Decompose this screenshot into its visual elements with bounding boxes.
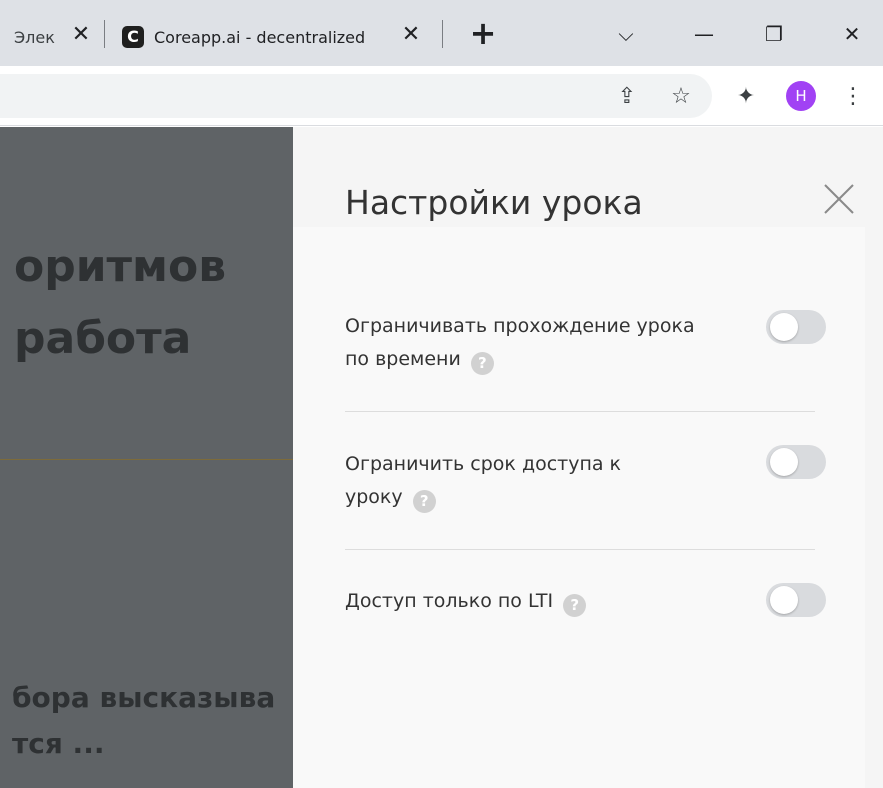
browser-toolbar: ⇪ ☆ ✦ H ⋮ — [0, 66, 883, 126]
tab-title: Элек — [14, 27, 55, 47]
setting-access-period: Ограничить срок доступа к уроку ? — [345, 445, 826, 514]
setting-lti-only: Доступ только по LTI ? — [345, 583, 826, 618]
browser-tab-active[interactable]: C Coreapp.ai - decentralized ✕ — [110, 8, 440, 66]
browser-tabstrip: Элек ✕ C Coreapp.ai - decentralized ✕ + … — [0, 0, 883, 66]
page-content: оритмов работа бора высказыва тся ... На… — [0, 127, 883, 788]
address-bar[interactable] — [0, 74, 712, 118]
tab-separator — [104, 20, 105, 48]
tab-close-icon[interactable]: ✕ — [400, 24, 422, 46]
time-limit-toggle[interactable] — [766, 310, 826, 344]
coreapp-favicon-icon: C — [122, 26, 144, 48]
background-heading-line: оритмов — [14, 241, 227, 292]
help-icon[interactable]: ? — [412, 490, 436, 513]
panel-title: Настройки урока — [345, 183, 643, 222]
profile-avatar[interactable]: H — [786, 81, 816, 111]
lesson-settings-panel: Настройки урока Ограничивать прохождение… — [293, 127, 883, 788]
background-text-line: бора высказыва — [12, 681, 276, 714]
setting-label: Доступ только по LTI — [345, 590, 554, 612]
access-period-toggle[interactable] — [766, 445, 826, 479]
background-heading-line: работа — [14, 313, 192, 364]
background-text-line: тся ... — [12, 727, 105, 760]
window-close-button[interactable]: ✕ — [838, 20, 866, 48]
modal-backdrop[interactable]: оритмов работа бора высказыва тся ... — [0, 127, 293, 788]
setting-label: Ограничить срок доступа к уроку — [345, 453, 622, 508]
browser-menu-icon[interactable]: ⋮ — [838, 81, 868, 111]
tab-search-icon[interactable]: ⌵ — [612, 20, 640, 48]
setting-time-limit: Ограничивать прохождение урока по времен… — [345, 310, 826, 376]
browser-tab-inactive[interactable]: Элек ✕ — [0, 8, 104, 66]
help-icon[interactable]: ? — [470, 352, 494, 375]
lti-only-toggle[interactable] — [766, 583, 826, 617]
bookmark-star-icon[interactable]: ☆ — [666, 81, 696, 111]
settings-divider — [345, 411, 815, 412]
tab-separator — [442, 20, 443, 48]
new-tab-button[interactable]: + — [468, 17, 498, 49]
tab-title: Coreapp.ai - decentralized — [154, 27, 366, 47]
toggle-knob — [770, 313, 798, 341]
minimize-button[interactable]: — — [690, 20, 718, 48]
share-icon[interactable]: ⇪ — [612, 81, 642, 111]
help-icon[interactable]: ? — [563, 594, 587, 617]
toggle-knob — [770, 586, 798, 614]
restore-button[interactable]: ❐ — [760, 20, 788, 48]
background-divider — [0, 459, 293, 460]
tab-close-icon[interactable]: ✕ — [70, 24, 92, 46]
setting-label: Ограничивать прохождение урока по времен… — [345, 315, 695, 370]
extensions-puzzle-icon[interactable]: ✦ — [731, 81, 761, 111]
close-icon[interactable] — [819, 179, 859, 219]
toggle-knob — [770, 448, 798, 476]
settings-divider — [345, 549, 815, 550]
